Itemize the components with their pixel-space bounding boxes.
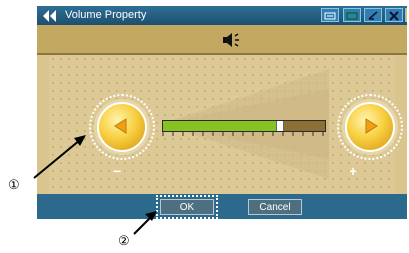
callout-1: ① [8,177,20,192]
callout-arrows [33,135,157,235]
callout-2: ② [118,233,130,248]
